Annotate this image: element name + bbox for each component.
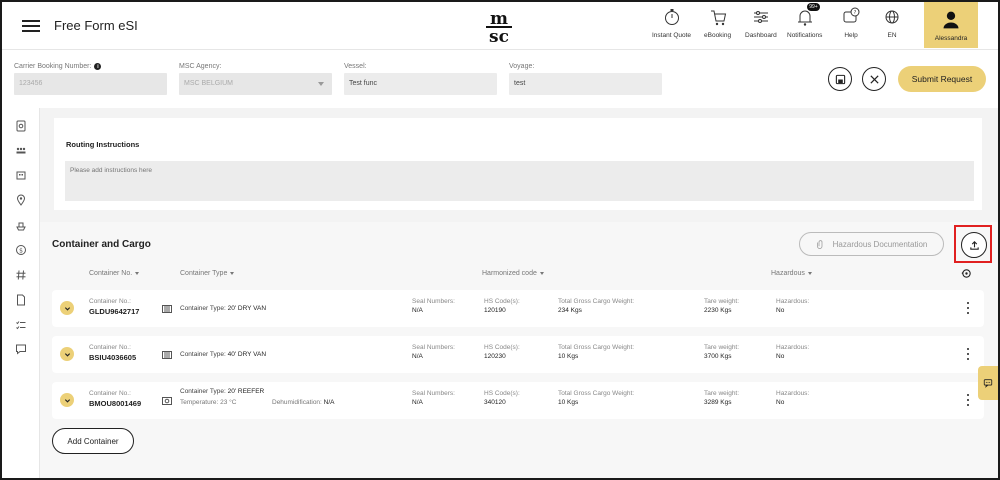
container-type: Container Type: 40' DRY VAN bbox=[180, 351, 267, 358]
container-row: Container No.: BSIU4036605 Container Type… bbox=[52, 336, 984, 373]
chevron-down-icon bbox=[318, 82, 324, 86]
upload-icon bbox=[969, 240, 979, 250]
row-more-options-icon[interactable] bbox=[966, 348, 970, 360]
routing-title: Routing Instructions bbox=[66, 140, 140, 149]
parties-icon[interactable] bbox=[15, 145, 27, 157]
chevron-down-icon bbox=[807, 272, 812, 275]
app-title: Free Form eSI bbox=[54, 18, 138, 33]
carrier-booking-input[interactable]: 123456 bbox=[14, 73, 167, 95]
top-bar: Free Form eSI m sc Instant Quote eBookin… bbox=[2, 2, 998, 50]
msc-logo[interactable]: m sc bbox=[482, 8, 516, 46]
temperature: Temperature: 23 °C bbox=[180, 399, 237, 406]
nav-ebooking[interactable]: eBooking bbox=[704, 6, 731, 39]
container-row: Container No.: BMOU8001469 Container Type… bbox=[52, 382, 984, 419]
nav-instant-quote[interactable]: Instant Quote bbox=[652, 6, 691, 39]
svg-text:sc: sc bbox=[489, 27, 509, 46]
reefer-container-icon bbox=[162, 397, 172, 405]
dehumidification: Dehumidification: N/A bbox=[272, 399, 335, 406]
voyage-field: Voyage: test bbox=[509, 63, 662, 95]
user-menu[interactable]: Alessandra bbox=[924, 2, 978, 48]
hazardous-documentation-button[interactable]: Hazardous Documentation bbox=[799, 232, 944, 256]
section-title: Container and Cargo bbox=[52, 239, 151, 250]
vessel-input[interactable]: Test func bbox=[344, 73, 497, 95]
container-row: Container No.: GLDU9642717 Container Type… bbox=[52, 290, 984, 327]
building-icon[interactable] bbox=[15, 169, 27, 181]
chat-icon bbox=[983, 379, 993, 388]
container-icon bbox=[162, 305, 172, 313]
nav-language[interactable]: EN bbox=[881, 6, 903, 39]
stopwatch-icon bbox=[664, 9, 679, 25]
ship-icon[interactable] bbox=[15, 220, 27, 232]
save-draft-button[interactable] bbox=[828, 67, 852, 91]
user-avatar-icon bbox=[943, 11, 959, 29]
chat-support-tab[interactable] bbox=[978, 366, 998, 400]
chevron-down-icon bbox=[64, 306, 70, 311]
paperclip-icon bbox=[816, 240, 823, 249]
chevron-down-icon bbox=[230, 272, 235, 275]
cart-icon bbox=[710, 10, 726, 26]
column-header-container-no[interactable]: Container No. bbox=[89, 270, 140, 277]
comment-icon[interactable] bbox=[15, 343, 27, 355]
container-number: BSIU4036605 bbox=[89, 353, 137, 362]
expand-row-button[interactable] bbox=[60, 301, 74, 315]
location-pin-icon[interactable] bbox=[15, 194, 27, 206]
dollar-icon[interactable]: $ bbox=[15, 244, 27, 256]
chevron-down-icon bbox=[539, 272, 544, 275]
svg-text:?: ? bbox=[854, 10, 857, 16]
expand-row-button[interactable] bbox=[60, 347, 74, 361]
row-more-options-icon[interactable] bbox=[966, 302, 970, 314]
hash-icon[interactable] bbox=[15, 269, 27, 281]
column-settings-icon[interactable] bbox=[961, 268, 972, 279]
globe-icon bbox=[885, 10, 899, 24]
help-chat-icon: ? bbox=[843, 7, 860, 23]
cancel-button[interactable] bbox=[862, 67, 886, 91]
document-icon[interactable] bbox=[15, 294, 27, 306]
document-search-icon[interactable] bbox=[15, 120, 27, 132]
main-content: Routing Instructions Container and Cargo… bbox=[40, 108, 998, 478]
container-cargo-section: Container and Cargo Hazardous Documentat… bbox=[40, 222, 998, 478]
nav-notifications[interactable]: 99+ Notifications bbox=[787, 3, 822, 39]
add-container-button[interactable]: Add Container bbox=[52, 428, 134, 454]
msc-agency-select[interactable]: MSC BELGIUM bbox=[179, 73, 332, 95]
voyage-input[interactable]: test bbox=[509, 73, 662, 95]
dashboard-sliders-icon bbox=[753, 11, 768, 23]
submit-request-button[interactable]: Submit Request bbox=[898, 66, 986, 92]
chevron-down-icon bbox=[135, 272, 140, 275]
close-icon bbox=[869, 74, 879, 84]
carrier-booking-field: Carrier Booking Number: i 123456 bbox=[14, 63, 167, 95]
container-type: Container Type: 20' REEFER bbox=[180, 388, 265, 395]
chevron-down-icon bbox=[64, 352, 70, 357]
hamburger-menu-icon[interactable] bbox=[22, 20, 40, 32]
vessel-field: Vessel: Test func bbox=[344, 63, 497, 95]
info-icon[interactable]: i bbox=[94, 63, 102, 70]
save-icon bbox=[835, 74, 845, 84]
checklist-icon[interactable] bbox=[15, 319, 27, 331]
container-number: BMOU8001469 bbox=[89, 399, 142, 408]
routing-instructions-input[interactable] bbox=[65, 161, 974, 201]
row-more-options-icon[interactable] bbox=[966, 394, 970, 406]
left-sidebar: $ bbox=[2, 108, 40, 478]
routing-instructions-card: Routing Instructions bbox=[54, 118, 982, 210]
container-icon bbox=[162, 351, 172, 359]
upload-button[interactable] bbox=[961, 232, 987, 258]
column-header-harmonized-code[interactable]: Harmonized code bbox=[482, 270, 544, 277]
nav-help[interactable]: ? Help bbox=[840, 6, 862, 39]
column-header-hazardous[interactable]: Hazardous bbox=[771, 270, 812, 277]
expand-row-button[interactable] bbox=[60, 393, 74, 407]
container-number: GLDU9642717 bbox=[89, 307, 140, 316]
container-type: Container Type: 20' DRY VAN bbox=[180, 305, 267, 312]
column-header-container-type[interactable]: Container Type bbox=[180, 270, 235, 277]
app-window: Free Form eSI m sc Instant Quote eBookin… bbox=[0, 0, 1000, 480]
nav-dashboard[interactable]: Dashboard bbox=[745, 6, 777, 39]
svg-text:$: $ bbox=[19, 247, 23, 254]
notifications-badge: 99+ bbox=[807, 3, 820, 11]
chevron-down-icon bbox=[64, 398, 70, 403]
msc-agency-field: MSC Agency: MSC BELGIUM bbox=[179, 63, 332, 95]
